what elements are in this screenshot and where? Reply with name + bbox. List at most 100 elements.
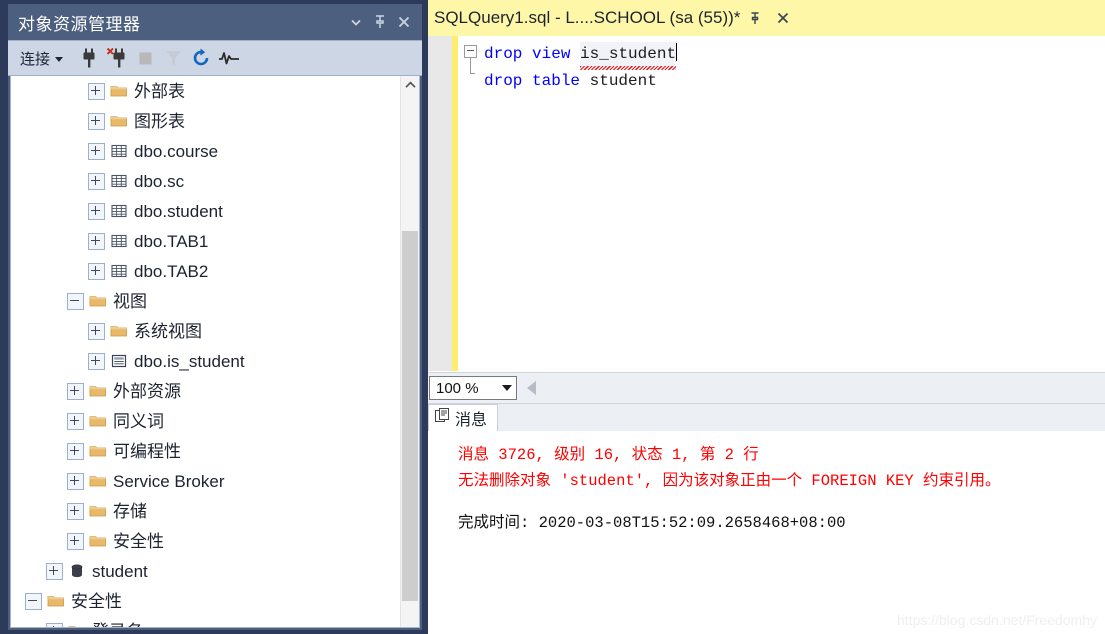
completion-time-line: 完成时间: 2020-03-08T15:52:09.2658468+08:00 (458, 514, 846, 532)
folder-icon (89, 503, 107, 519)
tree-vertical-scrollbar[interactable] (400, 76, 419, 627)
code-line-2: drop table student (482, 69, 1105, 94)
editor-indicator-margin (428, 36, 452, 371)
expand-icon[interactable] (67, 412, 84, 430)
expand-icon[interactable] (67, 502, 84, 520)
tree-item[interactable]: 系统视图 (11, 316, 401, 346)
zoom-level-select[interactable]: 100 % (429, 376, 517, 400)
expand-icon[interactable] (67, 472, 84, 490)
sql-code-editor[interactable]: drop view is_student drop table student (428, 36, 1105, 372)
error-message-line: 无法删除对象 'student', 因为该对象正由一个 FOREIGN KEY … (458, 472, 1001, 490)
expand-icon[interactable] (67, 442, 84, 460)
folder-icon (110, 323, 128, 339)
folder-icon (110, 113, 128, 129)
pin-icon[interactable] (368, 10, 392, 34)
pin-icon[interactable] (742, 5, 768, 31)
activity-monitor-icon[interactable] (215, 45, 243, 71)
tree-item[interactable]: 外部表 (11, 76, 401, 106)
table-icon (110, 143, 128, 159)
code-identifier: is_student (580, 42, 677, 70)
tree-item[interactable]: 外部资源 (11, 376, 401, 406)
folder-icon (89, 443, 107, 459)
expand-icon[interactable] (88, 322, 105, 340)
expand-icon[interactable] (46, 562, 63, 580)
expand-icon[interactable] (88, 232, 105, 250)
expand-icon[interactable] (88, 112, 105, 130)
folder-icon (89, 293, 107, 309)
view-icon (110, 353, 128, 369)
tree-item[interactable]: 登录名 (11, 616, 401, 627)
tree-item[interactable]: dbo.course (11, 136, 401, 166)
expand-icon[interactable] (88, 172, 105, 190)
tree-item[interactable]: 可编程性 (11, 436, 401, 466)
tree-item[interactable]: 图形表 (11, 106, 401, 136)
tree-item[interactable]: dbo.sc (11, 166, 401, 196)
results-tabstrip: 消息 (428, 404, 1105, 432)
expand-icon[interactable] (88, 202, 105, 220)
tree-item[interactable]: student (11, 556, 401, 586)
tree-item[interactable]: dbo.TAB2 (11, 256, 401, 286)
expand-icon[interactable] (88, 262, 105, 280)
tree-item-label: 图形表 (134, 111, 185, 131)
tree-item-label: 系统视图 (134, 321, 202, 341)
disconnect-icon[interactable] (103, 45, 131, 71)
tree-item-label: dbo.TAB2 (134, 261, 209, 281)
tree-item[interactable]: Service Broker (11, 466, 401, 496)
folder-icon (89, 413, 107, 429)
code-keyword: drop table (484, 72, 581, 90)
tree-item[interactable]: dbo.TAB1 (11, 226, 401, 256)
refresh-icon[interactable] (187, 45, 215, 71)
code-line-1: drop view is_student (482, 42, 1105, 70)
connect-button[interactable]: 连接 (20, 48, 64, 69)
table-icon (110, 203, 128, 219)
tree-item[interactable]: 安全性 (11, 586, 401, 616)
tree-item-label: 外部资源 (113, 381, 181, 401)
messages-output[interactable]: 消息 3726, 级别 16, 状态 1, 第 2 行无法删除对象 'stude… (428, 432, 1105, 634)
results-panel: 消息 消息 3726, 级别 16, 状态 1, 第 2 行无法删除对象 'st… (428, 403, 1105, 634)
chevron-down-icon[interactable] (344, 10, 368, 34)
tree-item-label: 可编程性 (113, 441, 181, 461)
filter-icon[interactable] (159, 45, 187, 71)
expand-icon[interactable] (88, 352, 105, 370)
code-keyword: drop view (484, 45, 571, 63)
tree-item-label: Service Broker (113, 471, 225, 491)
tab-sqlquery1[interactable]: SQLQuery1.sql - L....SCHOOL (sa (55))* (428, 8, 740, 28)
splitter-collapse-icon[interactable] (527, 381, 536, 395)
tree-item-label: dbo.is_student (134, 351, 245, 371)
expand-icon[interactable] (46, 622, 63, 627)
tab-messages[interactable]: 消息 (428, 404, 499, 431)
editor-outlining-margin[interactable] (458, 36, 482, 371)
connect-icon[interactable] (75, 45, 103, 71)
object-explorer-titlebar: 对象资源管理器 (8, 4, 422, 40)
tree-item-label: 安全性 (113, 531, 164, 551)
error-message-line: 消息 3726, 级别 16, 状态 1, 第 2 行 (458, 446, 759, 464)
expand-icon[interactable] (88, 142, 105, 160)
ssms-window: 对象资源管理器 连接 外部表 图形表 dbo.course dbo.sc dbo… (0, 0, 1105, 634)
expand-icon[interactable] (67, 532, 84, 550)
scroll-up-icon[interactable] (401, 76, 419, 94)
close-icon[interactable] (392, 10, 416, 34)
object-explorer-toolbar: 连接 (8, 40, 422, 76)
tree-item[interactable]: 安全性 (11, 526, 401, 556)
close-icon[interactable] (770, 5, 796, 31)
code-text-area[interactable]: drop view is_student drop table student (482, 36, 1105, 371)
scrollbar-thumb[interactable] (402, 231, 418, 601)
table-icon (110, 233, 128, 249)
table-icon (110, 173, 128, 189)
folder-icon (110, 83, 128, 99)
collapse-icon[interactable] (25, 592, 42, 610)
tree-item[interactable]: 存储 (11, 496, 401, 526)
tree-item[interactable]: 视图 (11, 286, 401, 316)
tab-messages-label: 消息 (455, 412, 488, 429)
expand-icon[interactable] (67, 382, 84, 400)
tree-item-label: 存储 (113, 501, 147, 521)
connect-button-label: 连接 (20, 50, 51, 68)
tree-item[interactable]: dbo.student (11, 196, 401, 226)
folder-icon (89, 383, 107, 399)
object-explorer-tree[interactable]: 外部表 图形表 dbo.course dbo.sc dbo.student dbo.TAB… (11, 76, 401, 627)
folder-icon (47, 593, 65, 609)
tree-item[interactable]: dbo.is_student (11, 346, 401, 376)
collapse-icon[interactable] (67, 292, 84, 310)
expand-icon[interactable] (88, 82, 105, 100)
tree-item[interactable]: 同义词 (11, 406, 401, 436)
